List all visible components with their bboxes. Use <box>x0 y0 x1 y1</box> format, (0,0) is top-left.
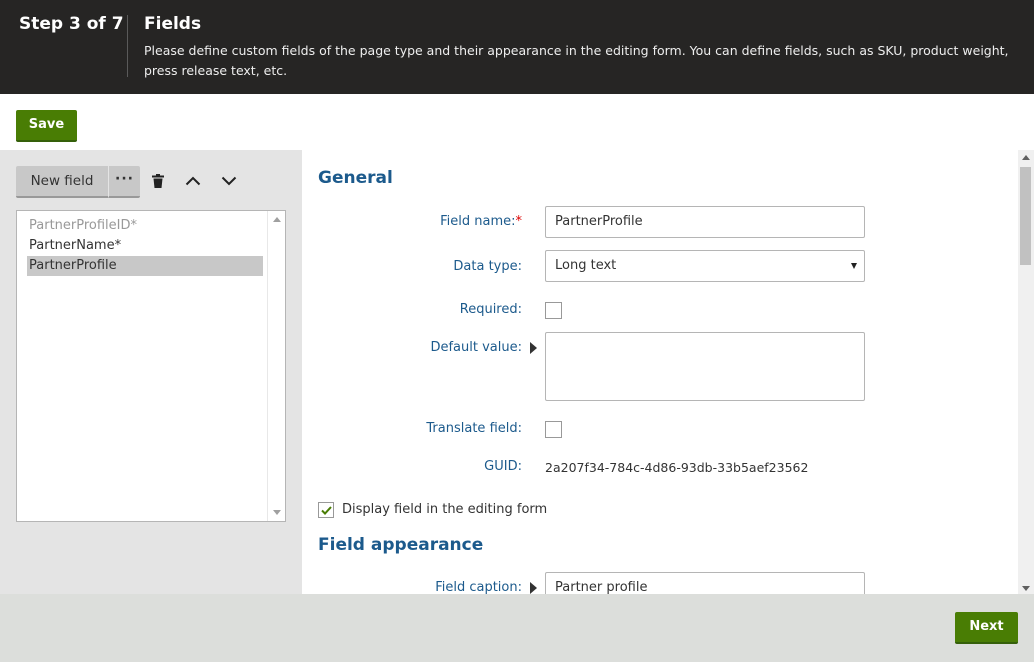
translate-field-label: Translate field: <box>426 421 522 436</box>
guid-label: GUID: <box>484 459 522 474</box>
list-item[interactable]: PartnerProfileID* <box>27 216 263 236</box>
general-section-title: General <box>318 168 393 188</box>
wizard-header: Step 3 of 7 Fields Please define custom … <box>0 0 1034 94</box>
form-scrollbar[interactable] <box>1018 150 1034 594</box>
checkmark-icon <box>320 505 332 515</box>
required-label: Required: <box>459 302 522 317</box>
page-description: Please define custom fields of the page … <box>144 43 1009 78</box>
chevron-down-icon <box>851 263 857 269</box>
default-value-textarea[interactable] <box>545 332 865 401</box>
data-type-value: Long text <box>555 258 617 273</box>
new-field-group: New field ··· <box>16 166 140 198</box>
step-indicator: Step 3 of 7 <box>19 14 124 34</box>
field-list-panel: New field ··· PartnerProfileID* PartnerN… <box>0 150 302 594</box>
wizard-footer: Next <box>0 594 1034 662</box>
required-checkbox[interactable] <box>545 302 562 319</box>
header-divider <box>127 15 128 77</box>
list-item[interactable]: PartnerProfile <box>27 256 263 276</box>
scrollbar-thumb[interactable] <box>1020 167 1031 265</box>
page-title: Fields <box>144 14 202 34</box>
translate-field-checkbox[interactable] <box>545 421 562 438</box>
data-type-label: Data type: <box>453 259 522 274</box>
scroll-up-icon[interactable] <box>1022 155 1030 160</box>
move-up-icon[interactable] <box>182 170 204 192</box>
scroll-up-icon[interactable] <box>273 217 281 222</box>
field-properties-form: General Field name:* PartnerProfile Data… <box>302 150 1018 594</box>
field-listbox[interactable]: PartnerProfileID* PartnerName* PartnerPr… <box>16 210 286 522</box>
more-options-button[interactable]: ··· <box>108 166 140 198</box>
field-caption-label: Field caption: <box>435 580 522 594</box>
expand-macro-icon[interactable] <box>530 582 537 594</box>
display-in-form-checkbox[interactable] <box>318 502 334 518</box>
required-asterisk: * <box>515 214 523 229</box>
default-value-label: Default value: <box>430 340 522 355</box>
expand-macro-icon[interactable] <box>530 342 537 354</box>
field-caption-input[interactable]: Partner profile <box>545 572 865 594</box>
scroll-down-icon[interactable] <box>1022 586 1030 591</box>
display-in-form-label: Display field in the editing form <box>342 502 548 517</box>
action-bar: Save <box>0 94 1034 150</box>
save-button[interactable]: Save <box>16 110 77 142</box>
move-down-icon[interactable] <box>218 170 240 192</box>
list-scrollbar[interactable] <box>267 211 285 521</box>
data-type-select[interactable]: Long text <box>545 250 865 282</box>
scroll-down-icon[interactable] <box>273 510 281 515</box>
appearance-section-title: Field appearance <box>318 535 484 555</box>
field-name-label: Field name:* <box>440 214 522 229</box>
list-item[interactable]: PartnerName* <box>27 236 263 256</box>
delete-icon[interactable] <box>147 170 169 192</box>
guid-value: 2a207f34-784c-4d86-93db-33b5aef23562 <box>545 460 809 475</box>
field-name-input[interactable]: PartnerProfile <box>545 206 865 238</box>
next-button[interactable]: Next <box>955 612 1018 644</box>
new-field-button[interactable]: New field <box>16 166 108 198</box>
